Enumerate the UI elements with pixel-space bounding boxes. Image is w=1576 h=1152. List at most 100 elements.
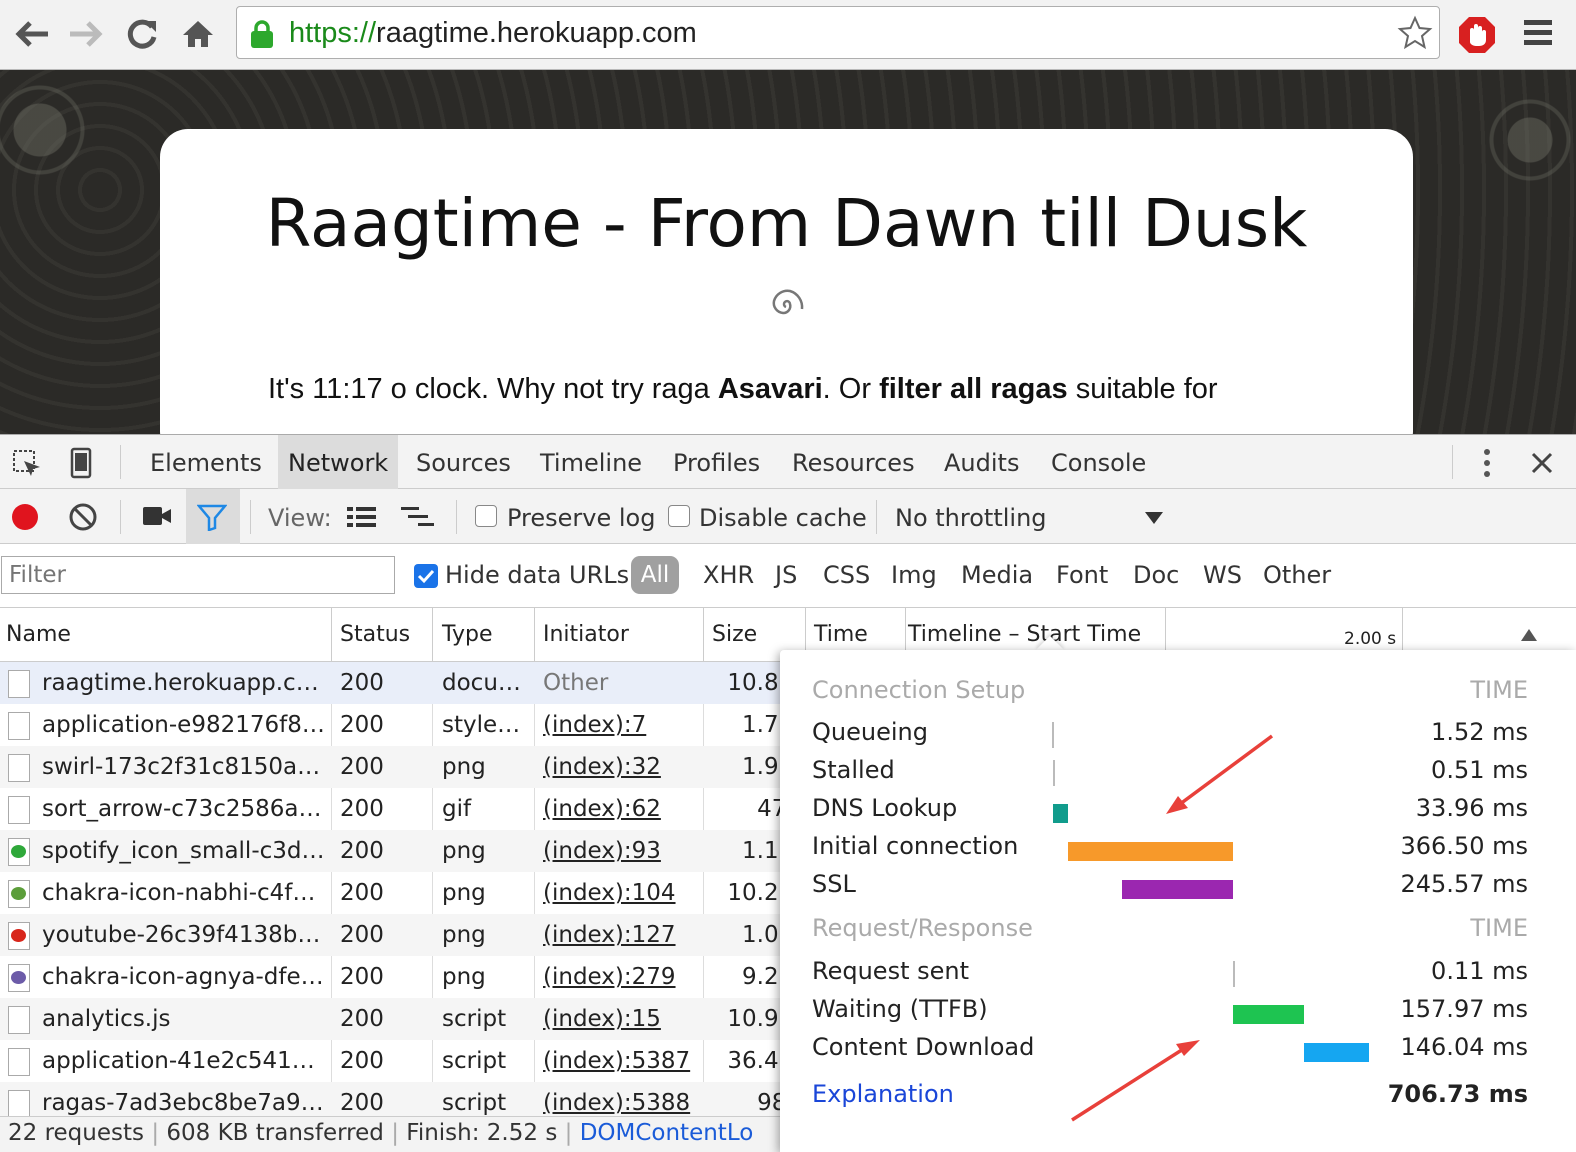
column-initiator[interactable]: Initiator: [537, 608, 629, 662]
cell-name: ragas-7ad3ebc8be7a96…: [42, 1090, 326, 1116]
reload-icon: [127, 19, 157, 49]
web-page-viewport: Raagtime - From Dawn till Dusk It's 11:1…: [0, 70, 1576, 434]
phase-bar: [1232, 961, 1235, 987]
reload-button[interactable]: [122, 12, 162, 56]
filter-type-font[interactable]: Font: [1056, 561, 1108, 589]
separator: [250, 500, 251, 534]
cell-type: script: [442, 1048, 507, 1074]
overview-waterfall-icon[interactable]: [400, 505, 436, 529]
screenshot-capture-icon[interactable]: [142, 505, 172, 527]
icon-glyph: [11, 971, 26, 984]
back-button[interactable]: [12, 12, 52, 56]
cell-initiator[interactable]: (index):127: [543, 922, 698, 948]
filter-toggle-button[interactable]: [186, 489, 240, 544]
funnel-filter-icon: [197, 504, 227, 531]
cell-type: gif: [442, 796, 472, 822]
column-size[interactable]: Size: [706, 608, 757, 662]
hide-data-urls-checkbox[interactable]: [414, 564, 438, 588]
filter-type-doc[interactable]: Doc: [1133, 561, 1179, 589]
hamburger-menu-icon[interactable]: [1522, 18, 1554, 48]
cell-type: png: [442, 922, 486, 948]
request-response-heading: Request/Response: [812, 914, 1033, 942]
filter-ragas-link[interactable]: filter all ragas: [879, 373, 1068, 405]
throttling-select[interactable]: No throttling: [886, 489, 1176, 544]
tab-network[interactable]: Network: [278, 435, 399, 489]
close-devtools-icon[interactable]: [1530, 451, 1554, 475]
cell-name: chakra-icon-agnya-dfe…: [42, 964, 324, 990]
cell-type: styles…: [442, 712, 530, 738]
bookmark-star-icon[interactable]: [1397, 15, 1433, 51]
filter-type-other[interactable]: Other: [1263, 561, 1331, 589]
phase-duration: 366.50 ms: [1400, 832, 1529, 860]
column-status[interactable]: Status: [334, 608, 410, 662]
tab-audits[interactable]: Audits: [934, 435, 1029, 489]
clear-icon[interactable]: [68, 502, 98, 532]
cell-initiator[interactable]: (index):62: [543, 796, 698, 822]
time-column-heading: TIME: [1470, 676, 1528, 704]
column-name[interactable]: Name: [0, 608, 71, 662]
view-label: View:: [268, 504, 332, 532]
tab-timeline[interactable]: Timeline: [530, 435, 652, 489]
tab-elements[interactable]: Elements: [140, 435, 272, 489]
filter-type-media[interactable]: Media: [961, 561, 1033, 589]
forward-button[interactable]: [66, 12, 106, 56]
large-rows-icon[interactable]: [346, 505, 378, 529]
cell-name: application-41e2c5416…: [42, 1048, 326, 1074]
cell-name: sort_arrow-c73c2586ad…: [42, 796, 326, 822]
dropdown-arrow-icon: [1145, 512, 1163, 524]
inspect-element-icon[interactable]: [12, 449, 42, 479]
network-filter-bar: Hide data URLs All XHR JS CSS Img Media Font D…: [0, 544, 1576, 608]
cell-name: analytics.js: [42, 1006, 171, 1032]
address-bar[interactable]: https://raagtime.herokuapp.com: [236, 6, 1440, 59]
cell-initiator[interactable]: (index):15: [543, 1006, 698, 1032]
cell-initiator[interactable]: (index):279: [543, 964, 698, 990]
phase-bar: [1122, 880, 1233, 899]
cell-name: spotify_icon_small-c3d…: [42, 838, 325, 864]
raga-link[interactable]: Asavari: [718, 373, 823, 405]
more-options-icon[interactable]: [1480, 447, 1494, 479]
document-icon: [8, 670, 30, 698]
phase-bar: [1052, 760, 1055, 786]
cell-initiator[interactable]: (index):5387: [543, 1048, 698, 1074]
adblock-extension-icon[interactable]: [1458, 16, 1496, 54]
phase-label: Queueing: [812, 718, 928, 746]
dom-content-loaded: DOMContentLo: [579, 1120, 754, 1146]
filter-type-img[interactable]: Img: [891, 561, 937, 589]
separator: [120, 500, 121, 534]
filter-type-js[interactable]: JS: [775, 561, 797, 589]
script-icon: [8, 1006, 30, 1034]
cell-initiator[interactable]: (index):32: [543, 754, 698, 780]
record-icon[interactable]: [10, 502, 40, 532]
back-arrow-icon: [15, 21, 48, 47]
cell-initiator[interactable]: (index):93: [543, 838, 698, 864]
home-button[interactable]: [178, 12, 218, 56]
finish-time: Finish: 2.52 s: [406, 1120, 558, 1146]
phase-bar: [1052, 804, 1069, 823]
filter-type-css[interactable]: CSS: [823, 561, 870, 589]
url-host: raagtime.herokuapp.com: [376, 17, 697, 49]
intro-text: It's 11:17 o clock. Why not try raga Asa…: [268, 373, 1218, 406]
cell-status: 200: [340, 670, 384, 696]
tab-console[interactable]: Console: [1041, 435, 1156, 489]
filter-input[interactable]: [1, 556, 395, 594]
cell-initiator[interactable]: (index):5388: [543, 1090, 698, 1116]
tab-resources[interactable]: Resources: [782, 435, 925, 489]
tab-sources[interactable]: Sources: [406, 435, 521, 489]
device-mode-icon[interactable]: [70, 447, 92, 479]
preserve-log-checkbox[interactable]: [475, 505, 497, 527]
sort-ascending-icon[interactable]: [1520, 628, 1538, 642]
chakra-nabhi-icon: [8, 880, 30, 908]
phase-duration: 1.52 ms: [1431, 718, 1528, 746]
cell-status: 200: [340, 1006, 384, 1032]
cell-initiator[interactable]: (index):7: [543, 712, 698, 738]
swirl-icon: [8, 754, 30, 782]
cell-initiator[interactable]: (index):104: [543, 880, 698, 906]
separator: [1452, 445, 1453, 479]
explanation-link[interactable]: Explanation: [812, 1080, 954, 1108]
disable-cache-checkbox[interactable]: [668, 505, 690, 527]
tab-profiles[interactable]: Profiles: [663, 435, 770, 489]
filter-type-xhr[interactable]: XHR: [703, 561, 754, 589]
column-type[interactable]: Type: [436, 608, 493, 662]
filter-type-all[interactable]: All: [631, 556, 679, 594]
filter-type-ws[interactable]: WS: [1203, 561, 1242, 589]
